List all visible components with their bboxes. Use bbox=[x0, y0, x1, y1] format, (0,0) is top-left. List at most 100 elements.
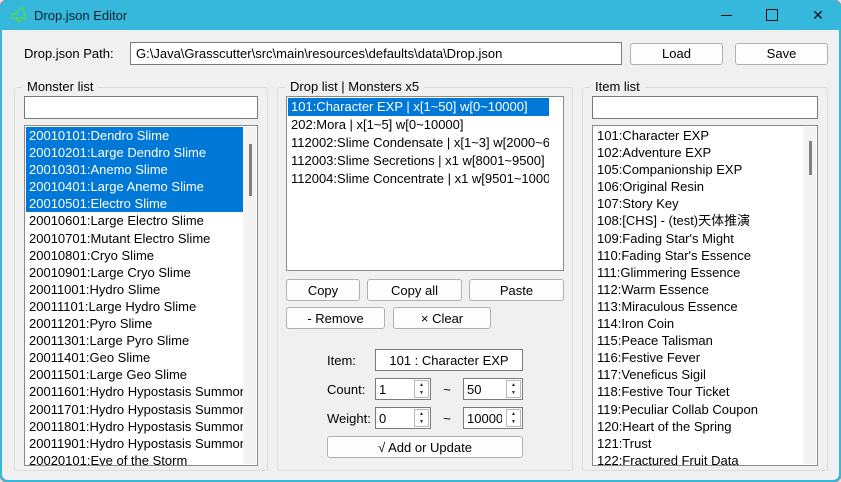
list-item[interactable]: 112002:Slime Condensate | x[1~3] w[2000~… bbox=[288, 134, 549, 152]
spinner-arrows: ▲ ▼ bbox=[506, 409, 521, 427]
list-item[interactable]: 106:Original Resin bbox=[594, 178, 803, 195]
list-item[interactable]: 121:Trust bbox=[594, 435, 803, 452]
list-item[interactable]: 20011801:Hydro Hypostasis Summon bbox=[26, 418, 243, 435]
list-item[interactable]: 20010601:Large Electro Slime bbox=[26, 212, 243, 229]
spinner-arrows: ▲ ▼ bbox=[506, 380, 521, 398]
weight-max-spinner[interactable]: ▲ ▼ bbox=[463, 407, 523, 429]
list-item[interactable]: 110:Fading Star's Essence bbox=[594, 247, 803, 264]
item-field[interactable] bbox=[375, 349, 523, 371]
list-item[interactable]: 20010401:Large Anemo Slime bbox=[26, 178, 243, 195]
spinner-arrows: ▲ ▼ bbox=[414, 380, 429, 398]
load-button[interactable]: Load bbox=[630, 43, 723, 65]
list-item[interactable]: 101:Character EXP | x[1~50] w[0~10000] bbox=[288, 98, 549, 116]
weight-min-input[interactable] bbox=[376, 408, 413, 428]
list-item[interactable]: 20011701:Hydro Hypostasis Summon bbox=[26, 401, 243, 418]
spin-up-icon[interactable]: ▲ bbox=[507, 381, 520, 389]
weight-row: Weight: ▲ ▼ ~ ▲ bbox=[327, 407, 523, 429]
count-row: Count: ▲ ▼ ~ ▲ bbox=[327, 378, 523, 400]
list-item[interactable]: 20011601:Hydro Hypostasis Summon bbox=[26, 383, 243, 400]
copy-button[interactable]: Copy bbox=[286, 279, 360, 301]
window-controls: ✕ bbox=[703, 0, 841, 30]
monster-panel-title: Monster list bbox=[22, 79, 98, 94]
path-input[interactable] bbox=[130, 42, 622, 65]
list-item[interactable]: 20010901:Large Cryo Slime bbox=[26, 264, 243, 281]
scrollbar-thumb[interactable] bbox=[809, 141, 812, 175]
minimize-button[interactable] bbox=[703, 0, 749, 30]
drop-list[interactable]: 101:Character EXP | x[1~50] w[0~10000]20… bbox=[286, 96, 564, 271]
list-item[interactable]: 108:[CHS] - (test)天体推演 bbox=[594, 212, 803, 229]
clear-button[interactable]: × Clear bbox=[393, 307, 491, 329]
item-label: Item: bbox=[327, 353, 375, 368]
list-item[interactable]: 20010501:Electro Slime bbox=[26, 195, 243, 212]
spin-down-icon[interactable]: ▼ bbox=[415, 389, 428, 397]
list-item[interactable]: 20010201:Large Dendro Slime bbox=[26, 144, 243, 161]
close-button[interactable]: ✕ bbox=[795, 0, 841, 30]
list-item[interactable]: 20011401:Geo Slime bbox=[26, 349, 243, 366]
monster-list[interactable]: 20010101:Dendro Slime20010201:Large Dend… bbox=[24, 125, 258, 466]
clipboard-button-row: Copy Copy all Paste bbox=[286, 279, 564, 301]
list-item[interactable]: 119:Peculiar Collab Coupon bbox=[594, 401, 803, 418]
count-min-input[interactable] bbox=[376, 379, 413, 399]
list-item[interactable]: 109:Fading Star's Might bbox=[594, 230, 803, 247]
edit-button-row: - Remove × Clear bbox=[286, 307, 564, 329]
list-item[interactable]: 114:Iron Coin bbox=[594, 315, 803, 332]
list-item[interactable]: 118:Festive Tour Ticket bbox=[594, 383, 803, 400]
list-item[interactable]: 115:Peace Talisman bbox=[594, 332, 803, 349]
save-button[interactable]: Save bbox=[735, 43, 828, 65]
weight-min-spinner[interactable]: ▲ ▼ bbox=[375, 407, 431, 429]
weight-label: Weight: bbox=[327, 411, 375, 426]
list-item[interactable]: 116:Festive Fever bbox=[594, 349, 803, 366]
list-item[interactable]: 113:Miraculous Essence bbox=[594, 298, 803, 315]
panels: Monster list 20010101:Dendro Slime200102… bbox=[14, 87, 828, 471]
list-item[interactable]: 20010301:Anemo Slime bbox=[26, 161, 243, 178]
list-item[interactable]: 20011101:Large Hydro Slime bbox=[26, 298, 243, 315]
spin-down-icon[interactable]: ▼ bbox=[415, 418, 428, 426]
item-list[interactable]: 101:Character EXP102:Adventure EXP105:Co… bbox=[592, 125, 818, 466]
list-item[interactable]: 20010801:Cryo Slime bbox=[26, 247, 243, 264]
list-item[interactable]: 20011301:Large Pyro Slime bbox=[26, 332, 243, 349]
list-item[interactable]: 20020101:Eye of the Storm bbox=[26, 452, 243, 466]
list-item[interactable]: 111:Glimmering Essence bbox=[594, 264, 803, 281]
list-item[interactable]: 20011901:Hydro Hypostasis Summon bbox=[26, 435, 243, 452]
list-item[interactable]: 120:Heart of the Spring bbox=[594, 418, 803, 435]
titlebar: Drop.json Editor ✕ bbox=[0, 0, 841, 30]
add-or-update-button[interactable]: √ Add or Update bbox=[327, 436, 523, 458]
list-item[interactable]: 101:Character EXP bbox=[594, 127, 803, 144]
list-item[interactable]: 122:Fractured Fruit Data bbox=[594, 452, 803, 466]
count-max-spinner[interactable]: ▲ ▼ bbox=[463, 378, 523, 400]
list-item[interactable]: 112:Warm Essence bbox=[594, 281, 803, 298]
item-filter-input[interactable] bbox=[592, 96, 818, 119]
monster-filter-input[interactable] bbox=[24, 96, 258, 119]
copy-all-button[interactable]: Copy all bbox=[367, 279, 462, 301]
close-icon: ✕ bbox=[812, 8, 824, 22]
weight-max-input[interactable] bbox=[464, 408, 505, 428]
list-item[interactable]: 20011501:Large Geo Slime bbox=[26, 366, 243, 383]
list-item[interactable]: 202:Mora | x[1~5] w[0~10000] bbox=[288, 116, 549, 134]
spin-up-icon[interactable]: ▲ bbox=[415, 410, 428, 418]
count-min-spinner[interactable]: ▲ ▼ bbox=[375, 378, 431, 400]
spin-up-icon[interactable]: ▲ bbox=[415, 381, 428, 389]
list-item[interactable]: 105:Companionship EXP bbox=[594, 161, 803, 178]
list-item[interactable]: 112004:Slime Concentrate | x1 w[9501~100… bbox=[288, 170, 549, 188]
scrollbar-thumb[interactable] bbox=[249, 144, 252, 196]
list-item[interactable]: 117:Veneficus Sigil bbox=[594, 366, 803, 383]
maximize-button[interactable] bbox=[749, 0, 795, 30]
range-separator: ~ bbox=[431, 382, 463, 397]
spin-down-icon[interactable]: ▼ bbox=[507, 418, 520, 426]
app-window: Drop.json Editor ✕ Drop.json Path: Load … bbox=[0, 0, 841, 482]
list-item[interactable]: 102:Adventure EXP bbox=[594, 144, 803, 161]
list-item[interactable]: 20010701:Mutant Electro Slime bbox=[26, 230, 243, 247]
list-item[interactable]: 112003:Slime Secretions | x1 w[8001~9500… bbox=[288, 152, 549, 170]
list-item[interactable]: 107:Story Key bbox=[594, 195, 803, 212]
spin-up-icon[interactable]: ▲ bbox=[507, 410, 520, 418]
scrollbar-track[interactable] bbox=[803, 127, 816, 464]
spinner-arrows: ▲ ▼ bbox=[414, 409, 429, 427]
remove-button[interactable]: - Remove bbox=[286, 307, 385, 329]
count-max-input[interactable] bbox=[464, 379, 505, 399]
list-item[interactable]: 20011001:Hydro Slime bbox=[26, 281, 243, 298]
spin-down-icon[interactable]: ▼ bbox=[507, 389, 520, 397]
list-item[interactable]: 20010101:Dendro Slime bbox=[26, 127, 243, 144]
list-item[interactable]: 20011201:Pyro Slime bbox=[26, 315, 243, 332]
paste-button[interactable]: Paste bbox=[469, 279, 564, 301]
minimize-icon bbox=[721, 15, 732, 16]
